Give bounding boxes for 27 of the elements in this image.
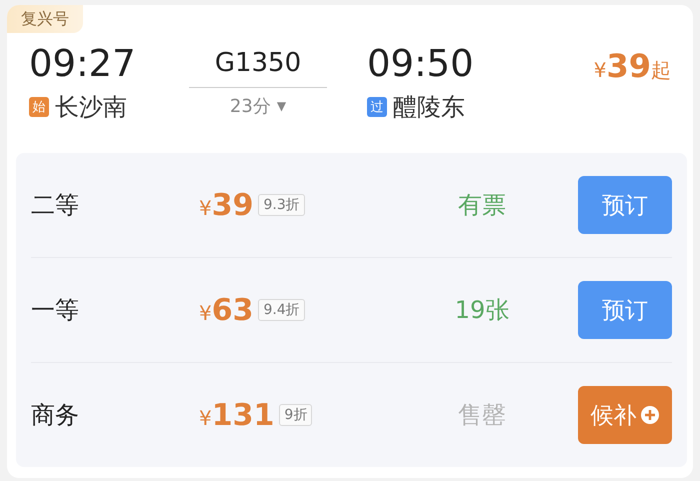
train-number: G1350: [214, 47, 302, 80]
station-name: 长沙南: [55, 92, 127, 123]
departure-time: 09:27: [29, 41, 137, 87]
discount-badge: 9.4折: [258, 299, 305, 321]
station-tag: 始: [29, 97, 49, 117]
dropdown-caret[interactable]: ▼: [276, 99, 286, 113]
book-button[interactable]: 预订: [578, 176, 672, 234]
waitlist-button[interactable]: 候补: [578, 386, 672, 444]
seat-price: ¥63: [199, 292, 254, 328]
seat-class: 商务: [31, 400, 80, 431]
seat-price: ¥39: [199, 188, 254, 222]
seat-class: 一等: [31, 295, 80, 326]
starting-price: ¥39起: [594, 47, 671, 85]
arrival-time: 09:50: [367, 41, 475, 87]
availability: 有票: [457, 190, 507, 221]
discount-badge: 9.3折: [258, 194, 305, 216]
duration: 23分: [230, 95, 271, 118]
book-button[interactable]: 预订: [578, 281, 672, 339]
station-name: 醴陵东: [393, 92, 465, 123]
plus-icon: [640, 405, 660, 425]
availability: 售罄: [457, 400, 507, 431]
seat-price: ¥131: [199, 398, 274, 432]
train-type-badge: 复兴号: [7, 5, 83, 33]
seat-class: 二等: [31, 190, 80, 221]
discount-badge: 9折: [279, 404, 312, 426]
station-tag: 过: [367, 97, 387, 117]
availability: 19张: [454, 295, 510, 326]
